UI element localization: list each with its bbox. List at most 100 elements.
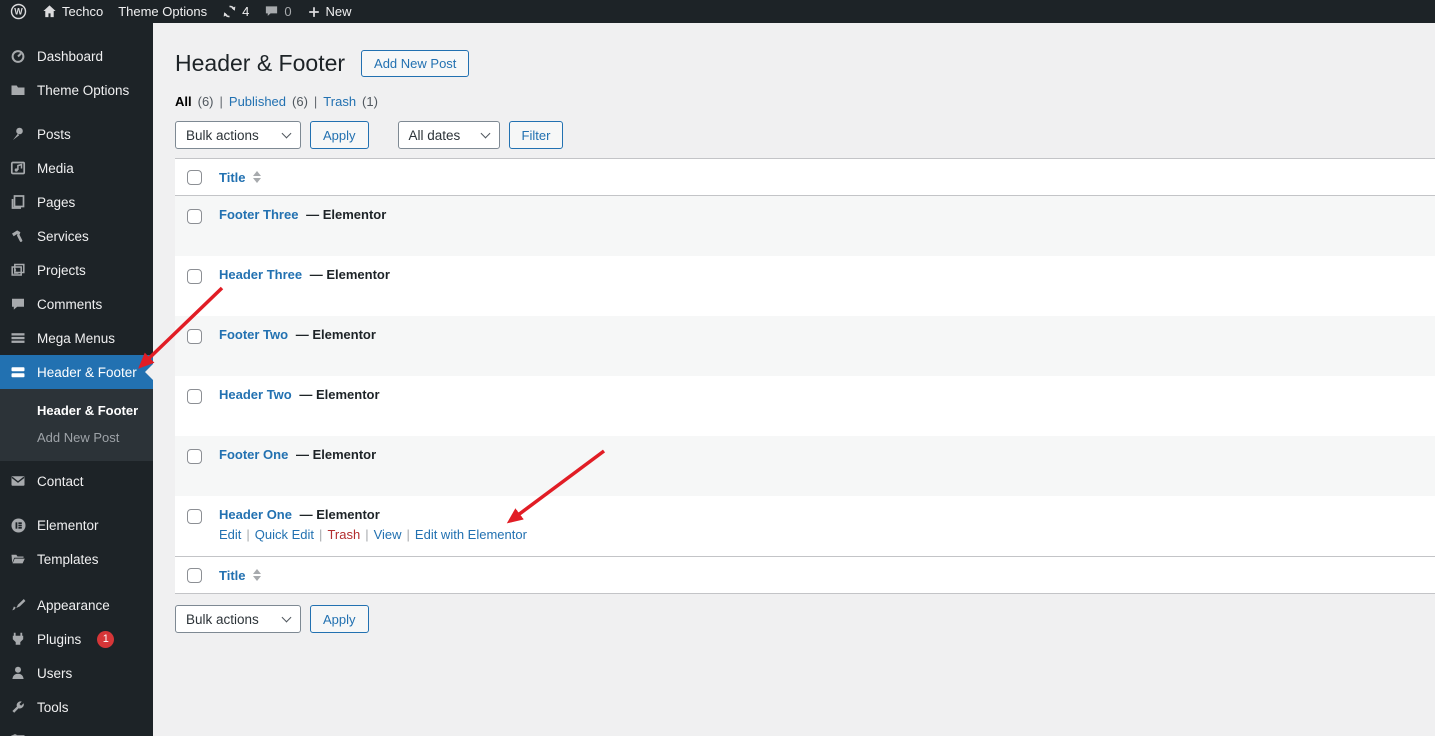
row-checkbox[interactable] (187, 509, 202, 524)
title-column-sort[interactable]: Title (219, 568, 261, 583)
comments-menu[interactable]: 0 (264, 4, 292, 19)
post-state: — Elementor (306, 207, 387, 222)
table-header-row: Title (175, 159, 1435, 196)
all-dates-select[interactable]: All dates (397, 121, 500, 149)
sidebar-item-pages[interactable]: Pages (0, 185, 153, 219)
row-action-edit-with-elementor[interactable]: Edit with Elementor (415, 527, 527, 542)
row-checkbox[interactable] (187, 389, 202, 404)
row-checkbox[interactable] (187, 449, 202, 464)
title-column-sort[interactable]: Title (219, 170, 261, 185)
sidebar-item-posts[interactable]: Posts (0, 117, 153, 151)
sort-arrows-icon (252, 569, 261, 581)
plugin-icon (8, 629, 28, 649)
sidebar-item-theme-options[interactable]: Theme Options (0, 73, 153, 107)
table-row: Footer Two — Elementor (175, 316, 1435, 376)
wordpress-admin: W Techco Theme Options 4 0 New Dashboard… (0, 0, 1435, 736)
portfolio-icon (8, 260, 28, 280)
post-title-link[interactable]: Header Three (219, 267, 302, 282)
row-checkbox[interactable] (187, 269, 202, 284)
dashboard-icon (8, 46, 28, 66)
sidebar-item-media[interactable]: Media (0, 151, 153, 185)
home-icon (43, 5, 56, 18)
apply-button[interactable]: Apply (310, 121, 369, 149)
chevron-down-icon (281, 612, 292, 623)
theme-options-menu[interactable]: Theme Options (118, 4, 207, 19)
sidebar-item-elementor[interactable]: Elementor (0, 508, 153, 542)
svg-text:W: W (14, 7, 23, 17)
post-title-link[interactable]: Footer Two (219, 327, 288, 342)
select-all-checkbox[interactable] (187, 169, 202, 185)
plugins-update-badge: 1 (97, 630, 115, 648)
post-state: — Elementor (295, 447, 377, 462)
row-action-edit[interactable]: Edit (219, 527, 241, 542)
plus-icon (308, 6, 319, 17)
wordpress-logo-menu[interactable]: W (10, 3, 27, 20)
tablenav-bottom: Bulk actions Apply (175, 605, 1435, 633)
view-published-link[interactable]: Published (229, 94, 286, 109)
comment-icon (8, 294, 28, 314)
view-all-count: (6) (197, 94, 214, 109)
submenu-item-header-footer[interactable]: Header & Footer (0, 397, 153, 424)
view-all-link[interactable]: All (175, 94, 192, 109)
menu-separator (0, 498, 153, 508)
brush-icon (8, 595, 28, 615)
post-title-link[interactable]: Header Two (219, 387, 292, 402)
view-trash-count: (1) (362, 94, 378, 109)
sidebar-item-templates[interactable]: Templates (0, 542, 153, 576)
comments-count: 0 (284, 4, 292, 19)
row-action-trash[interactable]: Trash (327, 527, 360, 542)
filter-button[interactable]: Filter (508, 121, 564, 149)
chevron-down-icon (480, 128, 490, 139)
bulk-actions-select[interactable]: Bulk actions (175, 605, 301, 633)
view-trash-link[interactable]: Trash (323, 94, 356, 109)
sidebar-item-settings-partial[interactable] (0, 724, 153, 736)
post-title-link[interactable]: Header One (219, 507, 292, 522)
sidebar-item-dashboard[interactable]: Dashboard (0, 39, 153, 73)
sidebar-item-comments[interactable]: Comments (0, 287, 153, 321)
updates-icon (223, 5, 236, 18)
apply-button[interactable]: Apply (310, 605, 369, 633)
post-title-link[interactable]: Footer One (219, 447, 288, 462)
row-checkbox[interactable] (187, 329, 202, 344)
sidebar-item-projects[interactable]: Projects (0, 253, 153, 287)
site-menu[interactable]: Techco (42, 4, 103, 19)
view-published-count: (6) (292, 94, 308, 109)
sidebar-item-contact[interactable]: Contact (0, 464, 153, 498)
header-footer-icon (8, 362, 28, 382)
sidebar-item-users[interactable]: Users (0, 656, 153, 690)
media-icon (8, 158, 28, 178)
row-checkbox[interactable] (187, 209, 202, 224)
select-all-checkbox[interactable] (187, 567, 202, 583)
updates-count: 4 (242, 4, 250, 19)
posts-list-table: Title Footer Three — Elementor Header Th… (175, 158, 1435, 594)
elementor-icon (8, 515, 28, 535)
menu-bars-icon (8, 328, 28, 348)
table-footer-row: Title (175, 556, 1435, 593)
envelope-icon (8, 471, 28, 491)
open-folder-icon (8, 549, 28, 569)
pages-icon (8, 192, 28, 212)
submenu-item-add-new-post[interactable]: Add New Post (0, 424, 153, 451)
add-new-post-button[interactable]: Add New Post (361, 50, 470, 77)
sidebar-item-services[interactable]: Services (0, 219, 153, 253)
post-state: — Elementor (299, 387, 380, 402)
bulk-actions-select[interactable]: Bulk actions (175, 121, 301, 149)
row-action-quick-edit[interactable]: Quick Edit (255, 527, 314, 542)
sidebar-item-appearance[interactable]: Appearance (0, 588, 153, 622)
page-title: Header & Footer (175, 50, 346, 76)
menu-separator (0, 107, 153, 117)
post-title-link[interactable]: Footer Three (219, 207, 298, 222)
sidebar-item-header-footer[interactable]: Header & Footer (0, 355, 153, 389)
header-footer-submenu: Header & Footer Add New Post (0, 389, 153, 461)
sidebar-item-mega-menus[interactable]: Mega Menus (0, 321, 153, 355)
row-action-view[interactable]: View (374, 527, 402, 542)
main-content: Header & Footer Add New Post All (6) | P… (153, 23, 1435, 736)
new-content-menu[interactable]: New (307, 4, 352, 19)
sidebar-item-plugins[interactable]: Plugins 1 (0, 622, 153, 656)
tablenav-top: Bulk actions Apply All dates Filter (175, 121, 1435, 149)
updates-menu[interactable]: 4 (222, 4, 249, 19)
table-row: Header Two — Elementor (175, 376, 1435, 436)
table-row: Header Three — Elementor (175, 256, 1435, 316)
sidebar-item-tools[interactable]: Tools (0, 690, 153, 724)
admin-sidebar: Dashboard Theme Options Posts Media Page… (0, 23, 153, 736)
